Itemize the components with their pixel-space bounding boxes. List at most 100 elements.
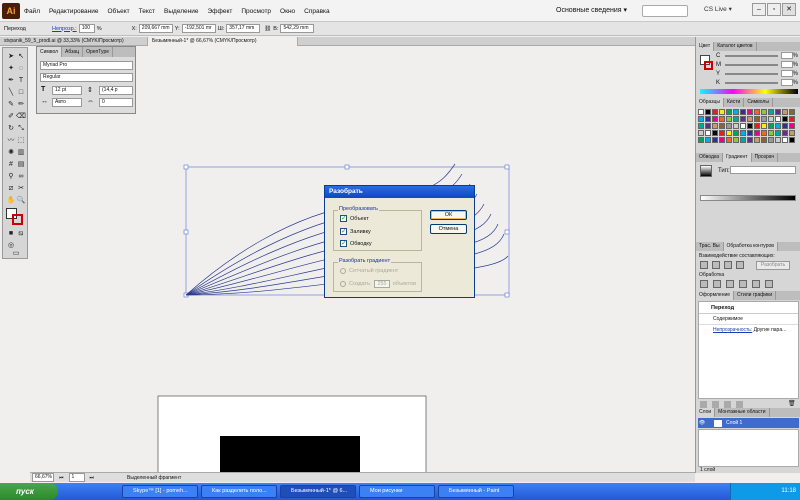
swatch[interactable] — [712, 130, 718, 136]
swatch[interactable] — [754, 130, 760, 136]
swatch[interactable] — [698, 123, 704, 129]
menu-object[interactable]: Объект — [108, 8, 130, 15]
tab-character[interactable]: Символ — [37, 47, 63, 57]
channel-c-slider[interactable] — [725, 54, 778, 57]
pencil-tool-icon[interactable]: ✏ — [16, 100, 26, 110]
tab-pathfinder[interactable]: Обработка контуров — [723, 242, 778, 251]
swatch[interactable] — [789, 130, 795, 136]
crop-icon[interactable] — [739, 280, 747, 288]
swatch[interactable] — [789, 137, 795, 143]
fill-checkbox[interactable]: Заливку — [340, 227, 371, 235]
swatch[interactable] — [740, 123, 746, 129]
opacity-label[interactable]: Непрозр.: — [52, 26, 77, 32]
swatch[interactable] — [768, 116, 774, 122]
swatch[interactable] — [719, 109, 725, 115]
swatch[interactable] — [782, 123, 788, 129]
swatch[interactable] — [712, 137, 718, 143]
rectangle-tool-icon[interactable]: □ — [16, 88, 26, 98]
tab-opentype[interactable]: ОрепType — [83, 47, 114, 57]
clear-appearance-icon[interactable] — [736, 401, 743, 408]
swatch[interactable] — [740, 116, 746, 122]
start-button[interactable]: пуск — [0, 483, 58, 500]
menu-file[interactable]: Файл — [24, 8, 40, 15]
tab-color-guide[interactable]: Каталог цветов — [714, 42, 757, 51]
swatch[interactable] — [775, 109, 781, 115]
swatch[interactable] — [754, 116, 760, 122]
swatch[interactable] — [712, 116, 718, 122]
swatch[interactable] — [740, 137, 746, 143]
swatch[interactable] — [733, 137, 739, 143]
first-page-icon[interactable]: ⏮ — [59, 475, 64, 481]
menu-select[interactable]: Выделение — [164, 8, 198, 15]
swatch[interactable] — [719, 116, 725, 122]
h-input[interactable]: 542,29 mm — [280, 24, 315, 33]
taskbar-browser[interactable]: Как разделить поло... — [201, 485, 277, 498]
color-stroke-icon[interactable] — [704, 61, 713, 70]
stroke-checkbox[interactable]: Обводку — [340, 239, 372, 247]
cancel-button[interactable]: Отмена — [430, 224, 467, 234]
workspace-switcher[interactable]: Основные сведения ▾ — [556, 4, 638, 18]
warp-tool-icon[interactable]: 〰 — [6, 136, 16, 146]
taskbar-skype[interactable]: Skype™ [1] - pomeh... — [122, 485, 198, 498]
swatch[interactable] — [740, 130, 746, 136]
swatch[interactable] — [789, 123, 795, 129]
graph-tool-icon[interactable]: ▥ — [16, 148, 26, 158]
swatch[interactable] — [726, 109, 732, 115]
opacity-input[interactable]: 100 — [78, 24, 95, 33]
swatch[interactable] — [747, 116, 753, 122]
line-tool-icon[interactable]: ╲ — [6, 88, 16, 98]
selection-tool-icon[interactable]: ➤ — [6, 52, 16, 62]
swatch[interactable] — [789, 109, 795, 115]
swatch[interactable] — [761, 123, 767, 129]
swatch-grid[interactable] — [698, 109, 798, 147]
tab-brushes[interactable]: Кисти — [724, 98, 745, 107]
exclude-icon[interactable] — [736, 261, 744, 269]
minus-front-icon[interactable] — [712, 261, 720, 269]
tab-color[interactable]: Цвет — [696, 42, 715, 51]
free-transform-icon[interactable]: ⬚ — [16, 136, 26, 146]
swatch[interactable] — [768, 123, 774, 129]
tab-swatches[interactable]: Образцы — [696, 98, 725, 107]
swatch[interactable] — [754, 109, 760, 115]
specify-radio[interactable]: Создать: 255 объектов — [340, 280, 416, 288]
appearance-content[interactable]: Содержимое — [699, 314, 798, 325]
menu-type[interactable]: Текст — [139, 8, 155, 15]
color-mode-icon[interactable]: ■ — [6, 229, 16, 239]
swatch[interactable] — [761, 116, 767, 122]
swatch[interactable] — [698, 109, 704, 115]
swatch[interactable] — [719, 123, 725, 129]
slice-tool-icon[interactable]: ⧄ — [6, 184, 16, 194]
swatch[interactable] — [733, 116, 739, 122]
intersect-icon[interactable] — [724, 261, 732, 269]
swatch[interactable] — [733, 123, 739, 129]
menu-effect[interactable]: Эффект — [207, 8, 232, 15]
kerning-input[interactable]: Авто — [52, 98, 82, 107]
channel-k-input[interactable] — [780, 79, 793, 86]
swatch[interactable] — [747, 109, 753, 115]
eye-icon[interactable]: 👁 — [698, 420, 706, 426]
swatch[interactable] — [761, 130, 767, 136]
swatch[interactable] — [768, 130, 774, 136]
channel-y-slider[interactable] — [725, 72, 778, 75]
tab-appearance[interactable]: Оформление — [696, 291, 735, 300]
menu-view[interactable]: Просмотр — [241, 8, 271, 15]
swatch[interactable] — [775, 130, 781, 136]
taskbar-paint[interactable]: Безымянный - Paint — [438, 485, 514, 498]
layer-row-1[interactable]: 👁 Слой 1 — [698, 418, 799, 428]
direct-selection-tool-icon[interactable]: ↖ — [16, 52, 26, 62]
y-input[interactable]: -192,501 mr — [181, 24, 216, 33]
font-size-input[interactable]: 12 pt — [52, 86, 82, 95]
gradient-type-select[interactable] — [730, 166, 796, 174]
w-input[interactable]: 357,17 mm — [226, 24, 261, 33]
swatch[interactable] — [782, 116, 788, 122]
search-input[interactable] — [642, 5, 688, 17]
channel-k-slider[interactable] — [725, 81, 778, 84]
swatch[interactable] — [719, 130, 725, 136]
menu-help[interactable]: Справка — [304, 8, 330, 15]
swatch[interactable] — [782, 130, 788, 136]
swatch[interactable] — [768, 137, 774, 143]
font-family-select[interactable]: Myriad Pro — [40, 61, 133, 70]
swatch[interactable] — [719, 137, 725, 143]
swatch[interactable] — [698, 116, 704, 122]
tab-transparency[interactable]: Прозрач — [752, 153, 779, 162]
